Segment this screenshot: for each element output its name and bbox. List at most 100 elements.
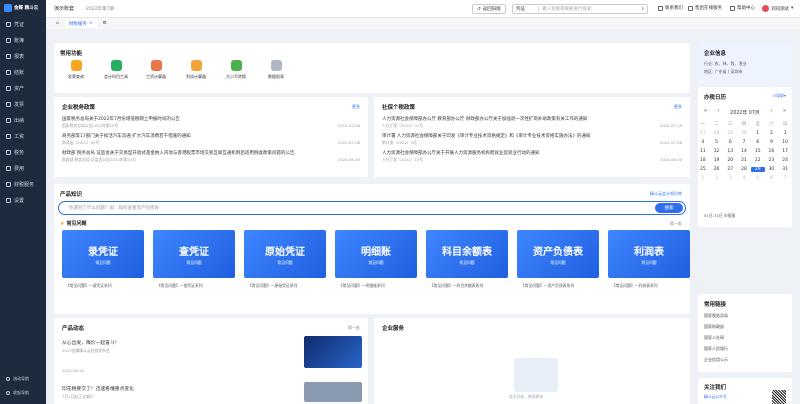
knowledge-search-input[interactable]: 你遇到了什么问题？如：如何查看资产负债表: [59, 205, 655, 211]
calendar-region-select[interactable]: ⊙深圳▾: [773, 93, 786, 99]
calendar-day[interactable]: 7: [737, 140, 751, 145]
calendar-day[interactable]: 29: [750, 167, 765, 172]
function-item[interactable]: 数据报表: [262, 60, 290, 80]
calendar-day[interactable]: 13: [723, 149, 737, 154]
company-selector[interactable]: 演示账套: [54, 5, 74, 12]
calendar-day[interactable]: 3: [723, 176, 737, 181]
calendar-day[interactable]: 1: [696, 176, 710, 181]
calendar-day[interactable]: 29: [723, 131, 737, 136]
faq-card[interactable]: 利润表 常见问题 【常见问题】一利润表系列: [608, 230, 690, 289]
prev-year-icon[interactable]: «: [704, 109, 707, 116]
calendar-day[interactable]: 22: [751, 158, 765, 163]
news-refresh-button[interactable]: 换一批: [348, 325, 360, 331]
calendar-day[interactable]: 3: [778, 131, 792, 136]
sidebar-item-4[interactable]: 资产: [0, 80, 46, 96]
calendar-day[interactable]: 15: [751, 149, 765, 154]
common-link[interactable]: 国家人社网: [704, 335, 786, 341]
calendar-day[interactable]: 27: [696, 131, 710, 136]
knowledge-search[interactable]: 你遇到了什么问题？如：如何查看资产负债表 搜索: [58, 201, 686, 215]
tab-home[interactable]: ⌂: [52, 19, 63, 28]
calendar-day[interactable]: 12: [710, 149, 724, 154]
calendar-day[interactable]: 20: [723, 158, 737, 163]
calendar-day[interactable]: 7: [778, 176, 792, 181]
calendar-day[interactable]: 30: [737, 131, 751, 136]
close-icon[interactable]: ×: [89, 21, 93, 26]
calendar-day[interactable]: 4: [737, 176, 751, 181]
contact-link[interactable]: 联系我们: [658, 5, 683, 11]
knowledge-base-link[interactable]: 精斗云会计知识库: [650, 191, 682, 197]
knowledge-search-button[interactable]: 搜索: [655, 203, 683, 213]
next-month-icon[interactable]: ›: [770, 109, 772, 116]
online-service-link[interactable]: 售后在线服务: [688, 5, 722, 11]
faq-card[interactable]: 资产负债表 常见问题 【常见问题】一资产负债表系列: [517, 230, 599, 289]
sidebar-item-1[interactable]: 账簿: [0, 32, 46, 48]
social-more-link[interactable]: 更多: [674, 104, 682, 110]
calendar-day[interactable]: 1: [751, 131, 765, 136]
calendar-day[interactable]: 9: [765, 140, 779, 145]
prev-month-icon[interactable]: ‹: [718, 109, 720, 116]
calendar-day[interactable]: 6: [723, 140, 737, 145]
next-year-icon[interactable]: »: [783, 109, 786, 116]
calendar-day[interactable]: 5: [751, 176, 765, 181]
calendar-day[interactable]: 17: [778, 149, 792, 154]
function-item[interactable]: 利润计算器: [182, 60, 210, 80]
faq-card[interactable]: 录凭证 常见问题 【常见问题】一录凭证系列: [62, 230, 144, 289]
calendar-day[interactable]: 26: [710, 167, 724, 172]
list-item[interactable]: 人力资源社会保障部办公厅关于开展人力资源服务机构稳就业促就业行动的通知 人社厅发〔…: [382, 150, 682, 163]
calendar-day[interactable]: 19: [710, 158, 724, 163]
search-icon[interactable]: ⌕: [641, 6, 647, 12]
function-item[interactable]: 发票查询: [62, 60, 90, 80]
common-link[interactable]: 企业信用公示: [704, 357, 786, 363]
calendar-day[interactable]: 8: [751, 140, 765, 145]
calendar-day[interactable]: 11: [696, 149, 710, 154]
common-link[interactable]: 国家财政部: [704, 324, 786, 330]
function-item[interactable]: 会计科目工具: [102, 60, 130, 80]
calendar-day[interactable]: 2: [710, 176, 724, 181]
sidebar-item-2[interactable]: 报表: [0, 48, 46, 64]
calendar-day[interactable]: 18: [696, 158, 710, 163]
calendar-day[interactable]: 2: [765, 131, 779, 136]
sidebar-item-6[interactable]: 出纳: [0, 112, 46, 128]
calendar-day[interactable]: 24: [778, 158, 792, 163]
function-item[interactable]: 工资计算器: [142, 60, 170, 80]
calendar-day[interactable]: 27: [723, 167, 737, 172]
sidebar-item-0[interactable]: 凭证: [0, 16, 46, 32]
list-item[interactable]: 人力资源社会保障部办公厅 教育部办公厅 财政部办公厅关于加强退一次性扩岗补助政策…: [382, 116, 682, 129]
global-search[interactable]: 凭证 输入金额或摘要进行搜索 ⌕: [512, 4, 648, 14]
faq-card[interactable]: 查凭证 常见问题 【常见问题】一查凭证系列: [153, 230, 235, 289]
list-item[interactable]: 财政部 税务总局 证监会关于交易型开放式基金纳入内地与香港股票市场交易互联互通机…: [62, 150, 360, 163]
sidebar-item-7[interactable]: 工资: [0, 128, 46, 144]
sidebar-item-10[interactable]: 财税服务: [0, 176, 46, 192]
calendar-day[interactable]: 16: [765, 149, 779, 154]
faq-card[interactable]: 原始凭证 常见问题 【常见问题】一原始凭证系列: [244, 230, 326, 289]
calendar-day[interactable]: 23: [765, 158, 779, 163]
list-item[interactable]: 国家税务总局关于2022年7月份增值税网上申报时间的公告 国家税务总局公告2022…: [62, 116, 360, 129]
news-banner-image[interactable]: [304, 336, 362, 368]
faq-card[interactable]: 科目余额表 常见问题 【常见问题】一科目余额表系列: [426, 230, 508, 289]
help-center-link[interactable]: 帮助中心: [730, 5, 755, 11]
sidebar-float-nav[interactable]: 流动导航: [0, 372, 46, 386]
calendar-day[interactable]: 14: [737, 149, 751, 154]
list-item[interactable]: 审计署 人力资源社会保障部关于印发《审计专业技术资格规定》和《审计专业技术资格实…: [382, 133, 682, 146]
news-thumb-image[interactable]: [304, 382, 362, 402]
calendar-day[interactable]: 31: [778, 167, 792, 172]
calendar-day[interactable]: 30: [765, 167, 779, 172]
calendar-day[interactable]: 28: [737, 167, 751, 172]
back-old-version-button[interactable]: ↺ 返回旧版: [472, 4, 506, 14]
search-input[interactable]: 输入金额或摘要进行搜索: [539, 6, 641, 12]
tab-tax-service[interactable]: 财税服务 ×: [64, 19, 97, 28]
calendar-day[interactable]: 28: [710, 131, 724, 136]
user-menu[interactable]: 刘同测试 ▾: [762, 5, 793, 12]
common-link[interactable]: 国家税务总局: [704, 313, 786, 319]
tab-settings-button[interactable]: ⚙: [99, 19, 111, 28]
calendar-day[interactable]: 4: [696, 140, 710, 145]
sidebar-item-8[interactable]: 税务: [0, 144, 46, 160]
search-type-select[interactable]: 凭证: [513, 6, 539, 12]
sidebar-item-9[interactable]: 费用: [0, 160, 46, 176]
function-item[interactable]: 大小写转换: [222, 60, 250, 80]
sidebar-item-3[interactable]: 结账: [0, 64, 46, 80]
calendar-day[interactable]: 10: [778, 140, 792, 145]
list-item[interactable]: 商务部等17部门关于搞活汽车流通 扩大汽车消费若干措施的通知 商消函〔2022〕9…: [62, 133, 360, 146]
calendar-day[interactable]: 5: [710, 140, 724, 145]
calendar-day[interactable]: 6: [765, 176, 779, 181]
